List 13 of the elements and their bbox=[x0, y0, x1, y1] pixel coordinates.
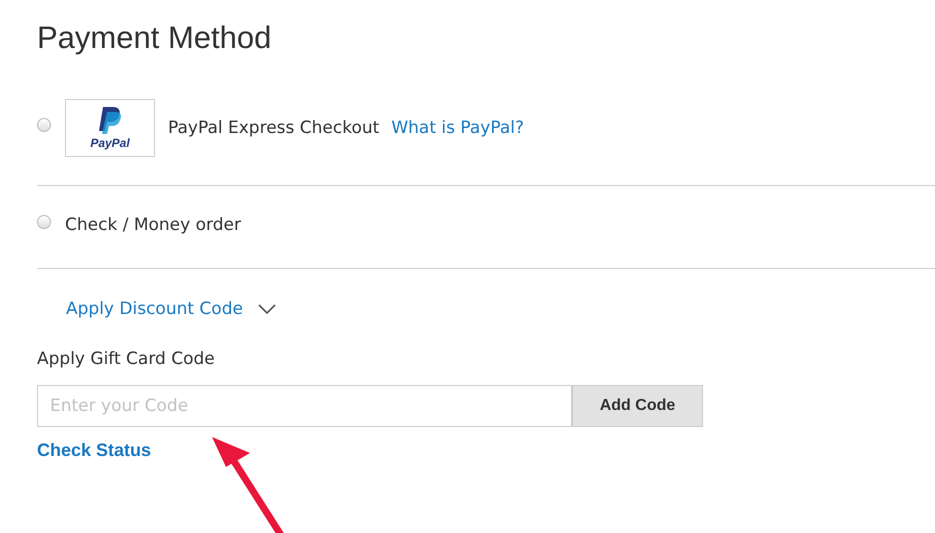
add-code-button[interactable]: Add Code bbox=[572, 385, 703, 427]
what-is-paypal-link[interactable]: What is PayPal? bbox=[391, 118, 524, 138]
chevron-icon[interactable] bbox=[256, 303, 277, 315]
radio-button[interactable] bbox=[37, 215, 51, 229]
section-title: Payment Method bbox=[37, 20, 272, 56]
radio-button[interactable] bbox=[37, 118, 51, 132]
payment-method-label: Check / Money order bbox=[65, 215, 241, 235]
apply-discount-link[interactable]: Apply Discount Code bbox=[66, 299, 243, 319]
paypal-logo: PayPal bbox=[65, 99, 155, 157]
code-input-field[interactable]: Enter your Code bbox=[37, 385, 572, 427]
payment-method-label: PayPal Express Checkout bbox=[168, 118, 380, 138]
check-status-link[interactable]: Check Status bbox=[37, 440, 152, 461]
gift-card-label: Apply Gift Card Code bbox=[37, 349, 216, 369]
